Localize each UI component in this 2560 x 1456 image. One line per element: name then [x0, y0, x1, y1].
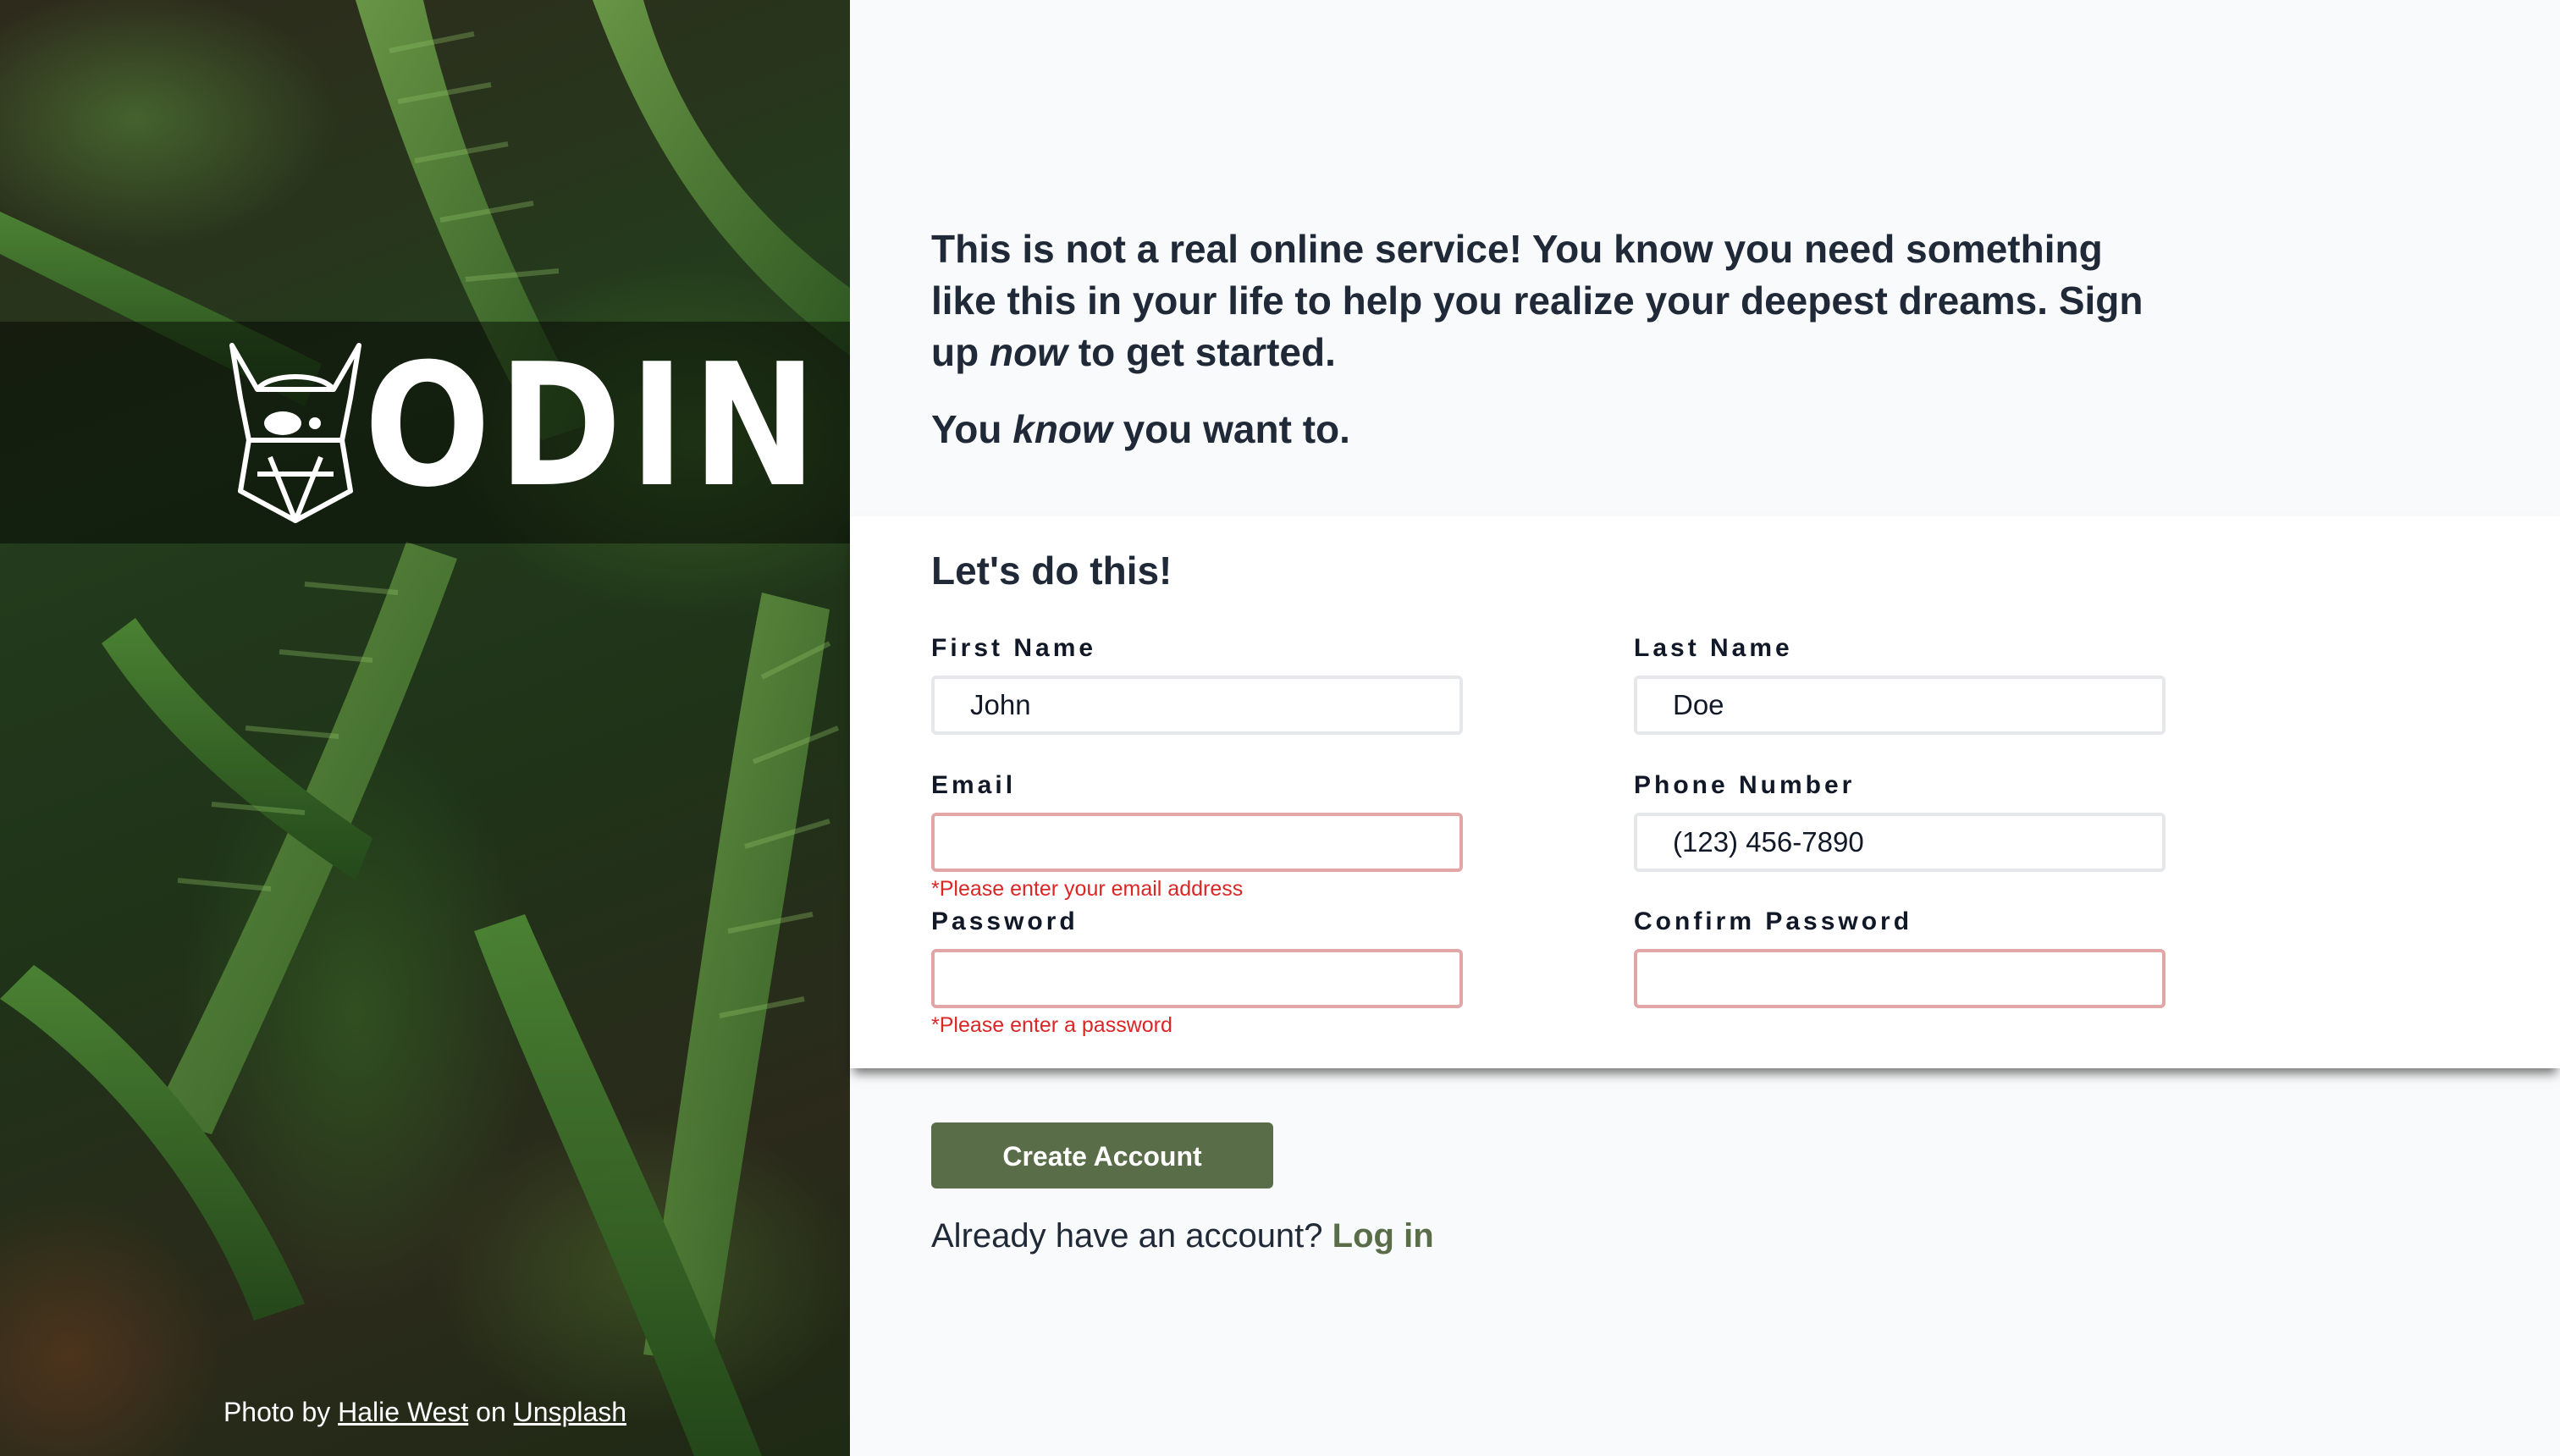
first-name-label: First Name	[931, 634, 1097, 662]
login-prompt-text: Already have an account?	[931, 1217, 1323, 1255]
last-name-group: Last Name Doe	[1634, 631, 2166, 735]
login-link[interactable]: Log in	[1332, 1217, 1434, 1255]
phone-label: Phone Number	[1634, 771, 1856, 799]
confirm-password-input[interactable]	[1634, 949, 2166, 1008]
signup-form: Let's do this! First Name John Last Name…	[850, 516, 2560, 1068]
intro-emphasis-know: know	[1012, 407, 1112, 451]
password-label: Password	[931, 907, 1079, 935]
last-name-label: Last Name	[1634, 634, 1793, 662]
logo-wordmark: ODIN	[364, 328, 825, 525]
email-label: Email	[931, 771, 1017, 799]
password-input[interactable]	[931, 949, 1463, 1008]
unsplash-link[interactable]: Unsplash	[514, 1397, 626, 1427]
hero-image-panel: ODIN Photo by Halie West on Unsplash	[0, 0, 850, 1456]
odin-logo: ODIN	[223, 339, 817, 525]
email-input[interactable]	[931, 813, 1463, 872]
confirm-password-label: Confirm Password	[1634, 907, 1913, 935]
viking-helmet-icon	[229, 343, 361, 523]
password-error-message: *Please enter a password	[931, 1013, 1172, 1037]
photographer-link[interactable]: Halie West	[338, 1397, 468, 1427]
last-name-input[interactable]: Doe	[1634, 676, 2166, 735]
intro-text-part: you want to.	[1123, 407, 1350, 451]
form-title: Let's do this!	[931, 549, 1172, 593]
intro-paragraph-1: This is not a real online service! You k…	[931, 223, 2167, 378]
intro-text-part: to get started.	[1078, 330, 1336, 374]
intro-paragraph-2: You know you want to.	[931, 404, 2167, 455]
photo-credit: Photo by Halie West on Unsplash	[0, 1393, 850, 1431]
login-prompt: Already have an account? Log in	[931, 1212, 1434, 1260]
first-name-input[interactable]: John	[931, 676, 1463, 735]
phone-input[interactable]: (123) 456-7890	[1634, 813, 2166, 872]
intro-text: This is not a real online service! You k…	[931, 223, 2167, 455]
email-error-message: *Please enter your email address	[931, 877, 1244, 901]
photo-credit-middle: on	[476, 1397, 506, 1427]
confirm-password-group: Confirm Password	[1634, 905, 2166, 1008]
fern-background-image	[0, 0, 850, 1456]
email-group: Email *Please enter your email address	[931, 769, 1463, 902]
intro-text-part: You	[931, 407, 1002, 451]
intro-emphasis-now: now	[989, 330, 1068, 374]
signup-panel: This is not a real online service! You k…	[850, 0, 2560, 1456]
create-account-button[interactable]: Create Account	[931, 1122, 1273, 1189]
phone-group: Phone Number (123) 456-7890	[1634, 769, 2166, 872]
password-group: Password *Please enter a password	[931, 905, 1463, 1039]
first-name-group: First Name John	[931, 631, 1463, 735]
photo-credit-prefix: Photo by	[223, 1397, 331, 1427]
